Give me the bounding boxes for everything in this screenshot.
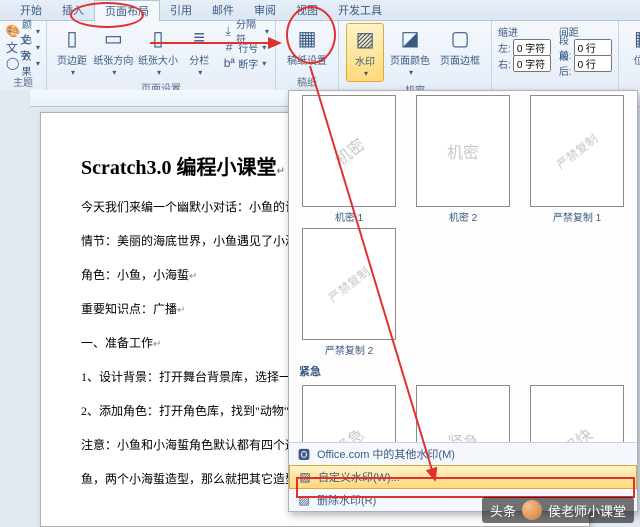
group-page-background: ▨水印 ◪页面颜色 ▢页面边框 机密 xyxy=(339,21,492,91)
size-button[interactable]: ▯纸张大小 xyxy=(137,23,180,80)
manuscript-icon: ▦ xyxy=(294,25,320,51)
orientation-button[interactable]: ▭纸张方向 xyxy=(92,23,135,80)
watermark-thumb[interactable]: 严禁复制严禁复制 2 xyxy=(295,228,403,357)
group-paragraph: 缩进 左: 右: 间距 段前: 段后: xyxy=(492,21,619,91)
tab-developer[interactable]: 开发工具 xyxy=(328,0,392,20)
indent-left[interactable]: 左: xyxy=(498,39,551,55)
margins-icon: ▯ xyxy=(59,25,85,51)
columns-icon: ≡ xyxy=(186,25,212,51)
tab-page-layout[interactable]: 页面布局 xyxy=(94,0,160,21)
tab-references[interactable]: 引用 xyxy=(160,0,202,20)
watermark-thumb[interactable]: 严禁复制严禁复制 1 xyxy=(523,95,631,224)
indent-left-input[interactable] xyxy=(513,39,551,56)
linenum-icon: # xyxy=(222,40,236,54)
effects-icon: ◯ xyxy=(6,56,19,70)
page-borders-button[interactable]: ▢页面边框 xyxy=(436,23,484,69)
indent-right[interactable]: 右: xyxy=(498,55,551,71)
spacing-before-input[interactable] xyxy=(574,39,612,56)
attribution-prefix: 头条 xyxy=(490,501,516,520)
watermark-thumb-empty xyxy=(523,228,631,357)
tab-view[interactable]: 视图 xyxy=(286,0,328,20)
spacing-after-input[interactable] xyxy=(574,55,612,72)
tab-insert[interactable]: 插入 xyxy=(52,0,94,20)
watermark-thumb[interactable]: 机密机密 2 xyxy=(409,95,517,224)
watermark-thumb[interactable]: 紧急紧急 1 xyxy=(295,385,403,442)
remove-watermark-icon: ▨ xyxy=(297,493,311,507)
position-button[interactable]: ▦位置 xyxy=(626,23,640,80)
group-page-setup: ▯页边距 ▭纸张方向 ▯纸张大小 ≡分栏 ⤓分隔符 #行号 bª断字 页面设置 xyxy=(47,21,276,91)
watermark-button[interactable]: ▨水印 xyxy=(346,23,384,82)
ribbon-tabs: 开始 插入 页面布局 引用 邮件 审阅 视图 开发工具 xyxy=(0,0,640,21)
ribbon-body: 🎨颜色 文文字 ◯效果 主题 ▯页边距 ▭纸张方向 ▯纸张大小 ≡分栏 ⤓分隔符… xyxy=(0,21,640,92)
line-numbers-button[interactable]: #行号 xyxy=(222,39,269,55)
group-theme: 🎨颜色 文文字 ◯效果 主题 xyxy=(0,21,47,91)
page-color-button[interactable]: ◪页面颜色 xyxy=(386,23,434,80)
columns-button[interactable]: ≡分栏 xyxy=(181,23,217,80)
hyphenation-button[interactable]: bª断字 xyxy=(222,55,269,71)
gallery-section-urgent: 紧急 xyxy=(295,361,631,381)
group-arrange: ▦位置 ▣自动换行 xyxy=(619,21,640,91)
more-watermarks-item[interactable]: 🅾Office.com 中的其他水印(M) xyxy=(289,443,637,465)
watermark-gallery: 机密机密 1 机密机密 2 严禁复制严禁复制 1 严禁复制严禁复制 2 紧急 紧… xyxy=(288,90,638,512)
breaks-icon: ⤓ xyxy=(222,24,234,38)
watermark-thumb[interactable]: 尽快尽快 1 xyxy=(523,385,631,442)
custom-watermark-icon: ▨ xyxy=(298,470,312,484)
indent-right-input[interactable] xyxy=(513,55,551,72)
watermark-thumb[interactable]: 紧急紧急 2 xyxy=(409,385,517,442)
margins-button[interactable]: ▯页边距 xyxy=(54,23,90,80)
attribution-author: 侯老师小课堂 xyxy=(548,501,626,520)
theme-effects[interactable]: ◯效果 xyxy=(6,55,40,71)
font-icon: 文 xyxy=(6,40,18,54)
indent-header: 缩进 xyxy=(498,23,551,39)
watermark-thumb[interactable]: 机密机密 1 xyxy=(295,95,403,224)
spacing-after[interactable]: 段后: xyxy=(559,55,612,71)
papersize-icon: ▯ xyxy=(145,25,171,51)
watermark-thumb-empty xyxy=(409,228,517,357)
breaks-button[interactable]: ⤓分隔符 xyxy=(222,23,269,39)
office-icon: 🅾 xyxy=(297,447,311,461)
position-icon: ▦ xyxy=(631,25,640,51)
group-label-theme: 主题 xyxy=(6,74,40,91)
orientation-icon: ▭ xyxy=(100,25,126,51)
custom-watermark-item[interactable]: ▨自定义水印(W)... xyxy=(289,465,637,489)
attribution-overlay: 头条 侯老师小课堂 xyxy=(482,497,634,523)
hyphen-icon: bª xyxy=(222,56,236,70)
pagecolor-icon: ◪ xyxy=(397,25,423,51)
group-label-manuscript: 稿纸 xyxy=(282,74,332,91)
pageborders-icon: ▢ xyxy=(447,25,473,51)
avatar-icon xyxy=(522,500,542,520)
group-manuscript: ▦稿纸设置 稿纸 xyxy=(276,21,339,91)
watermark-icon: ▨ xyxy=(352,26,378,52)
palette-icon: 🎨 xyxy=(6,24,20,38)
manuscript-settings-button[interactable]: ▦稿纸设置 xyxy=(283,23,331,69)
